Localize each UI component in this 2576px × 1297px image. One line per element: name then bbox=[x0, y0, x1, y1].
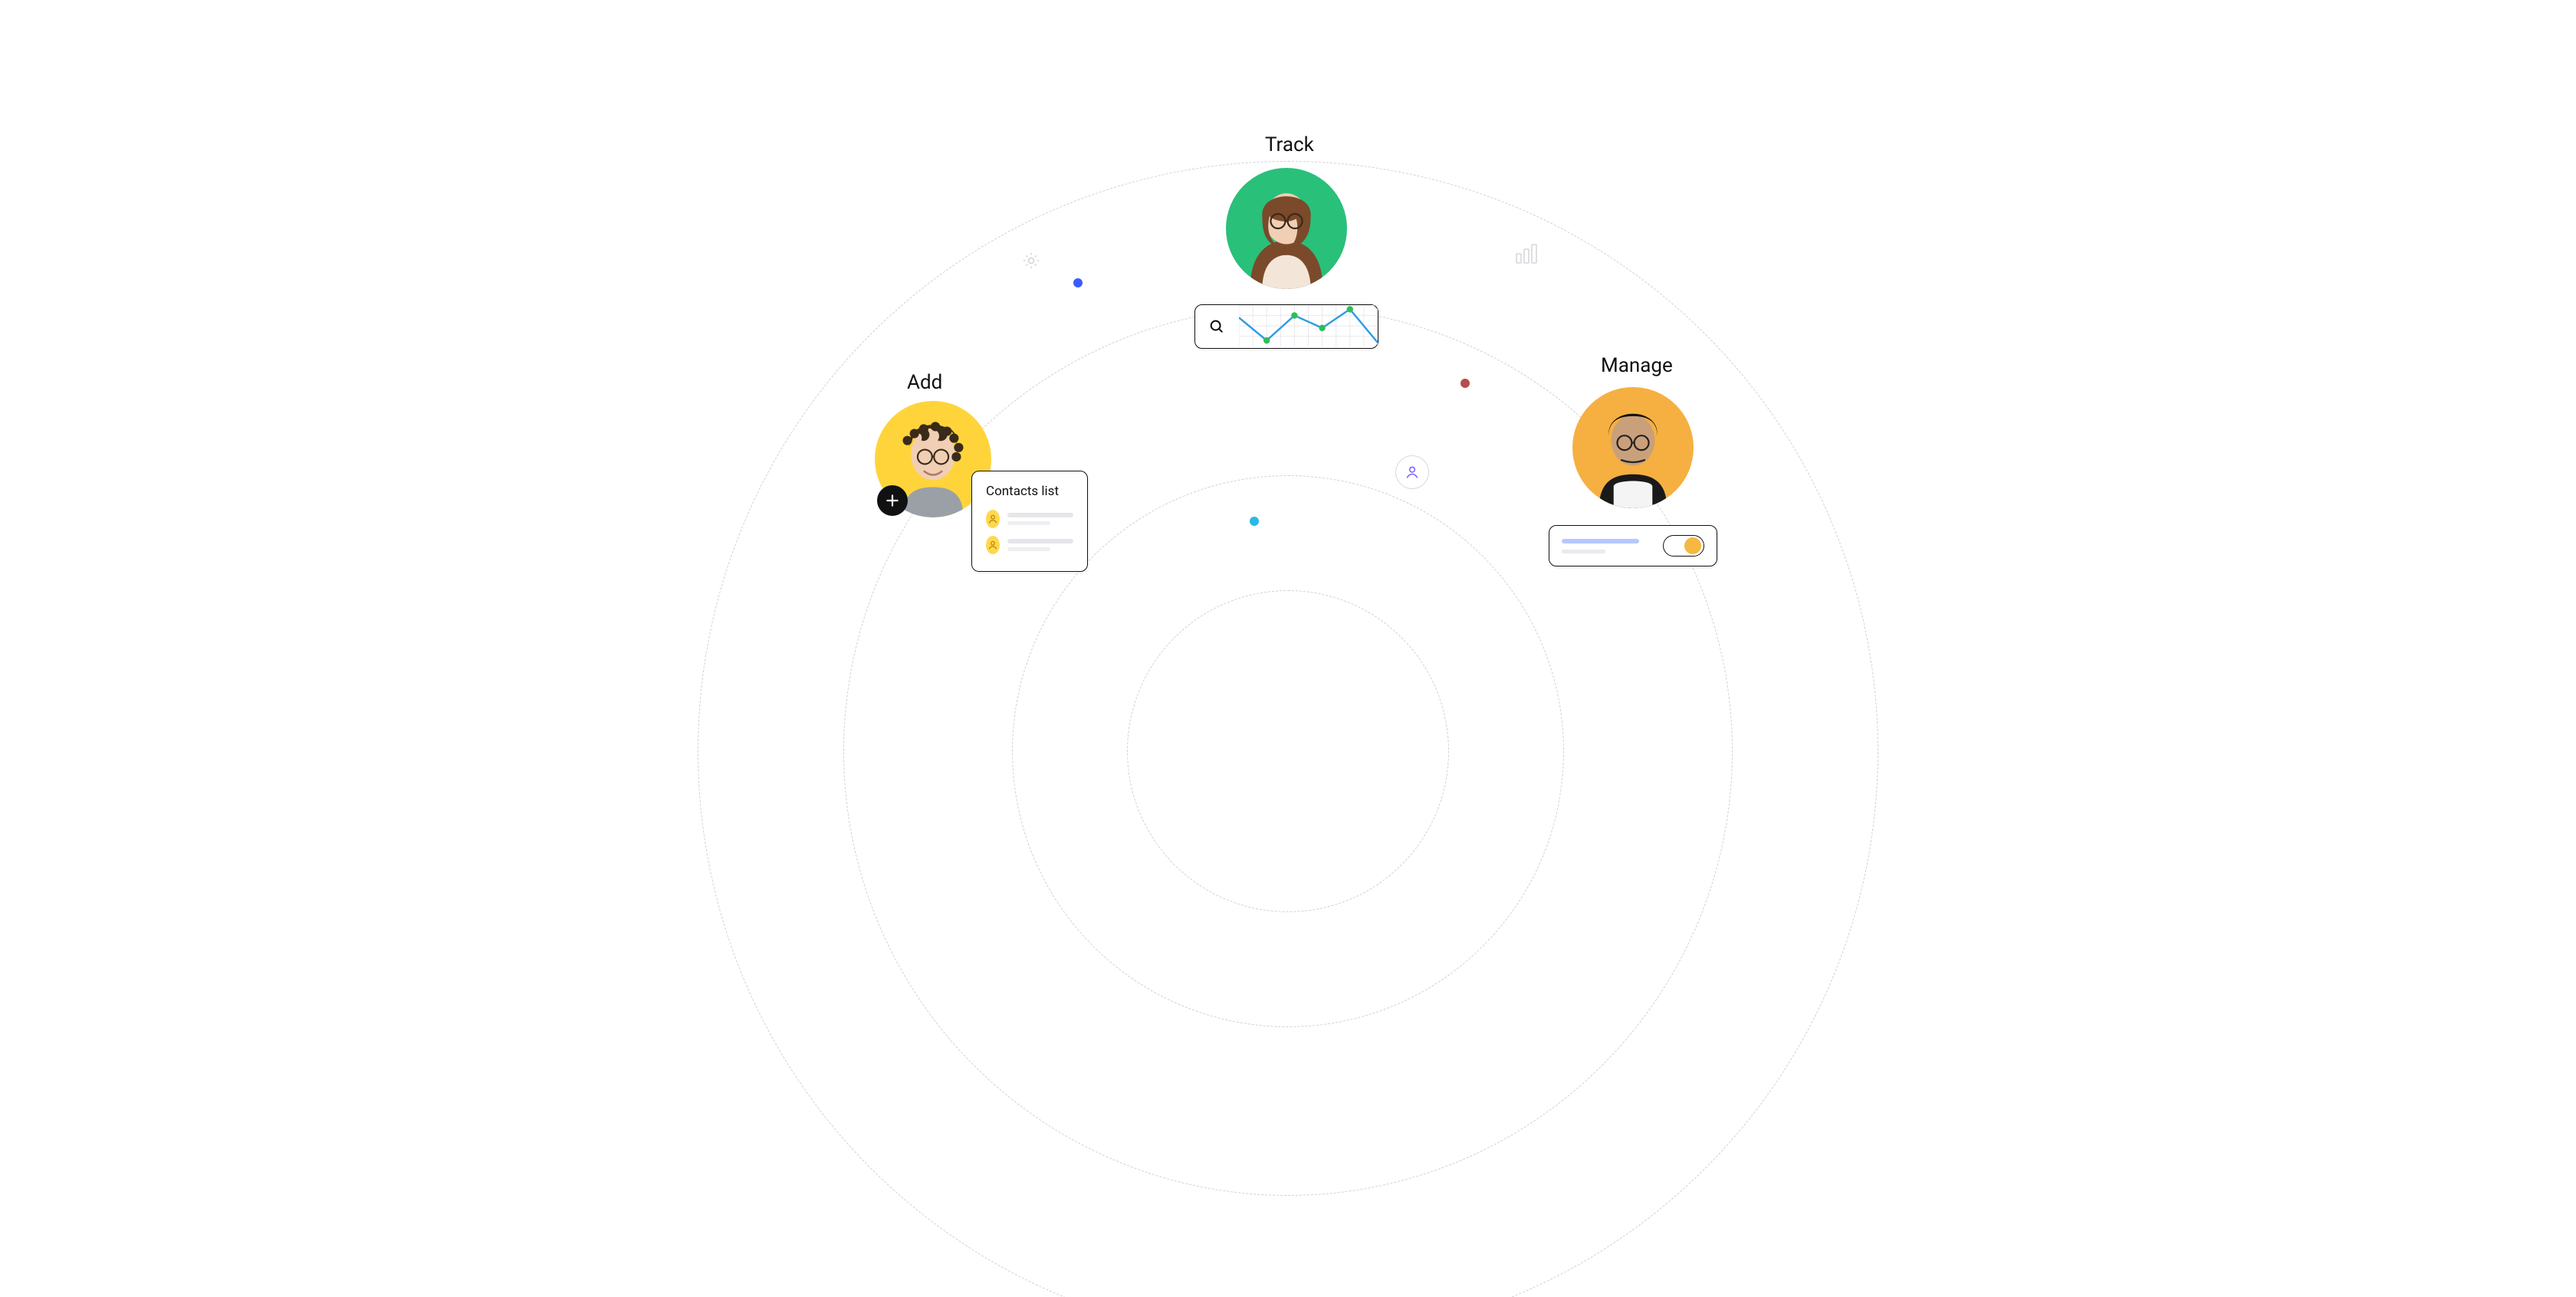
orbit-dot-cyan bbox=[1250, 517, 1259, 526]
track-chart-card bbox=[1194, 304, 1378, 349]
orbit-dot-red bbox=[1460, 379, 1470, 388]
plus-icon bbox=[877, 485, 908, 516]
manage-placeholder-lines bbox=[1562, 539, 1652, 553]
contact-placeholder-lines bbox=[1007, 513, 1073, 525]
illustration-stage: Track bbox=[699, 0, 1877, 601]
label-manage: Manage bbox=[1601, 354, 1673, 377]
contacts-card-title: Contacts list bbox=[986, 484, 1073, 499]
contact-avatar-icon bbox=[986, 536, 1000, 554]
contact-placeholder-lines bbox=[1007, 539, 1073, 551]
orbit-dot-blue bbox=[1073, 278, 1083, 287]
user-icon bbox=[1395, 455, 1429, 489]
contact-row bbox=[986, 536, 1073, 554]
contact-row bbox=[986, 510, 1073, 528]
orbit-ring-inner bbox=[1127, 590, 1449, 912]
search-icon bbox=[1195, 305, 1238, 348]
avatar-manage bbox=[1572, 387, 1694, 508]
label-track: Track bbox=[1265, 133, 1314, 156]
label-add: Add bbox=[907, 371, 942, 394]
toggle-switch[interactable] bbox=[1663, 535, 1704, 557]
contacts-card: Contacts list bbox=[971, 471, 1088, 572]
gear-icon bbox=[1021, 251, 1041, 274]
toggle-knob bbox=[1684, 537, 1701, 554]
contact-avatar-icon bbox=[986, 510, 1000, 528]
bar-chart-icon bbox=[1515, 243, 1538, 268]
chart-area bbox=[1238, 305, 1378, 348]
avatar-track bbox=[1226, 168, 1347, 289]
manage-toggle-card bbox=[1549, 525, 1717, 566]
